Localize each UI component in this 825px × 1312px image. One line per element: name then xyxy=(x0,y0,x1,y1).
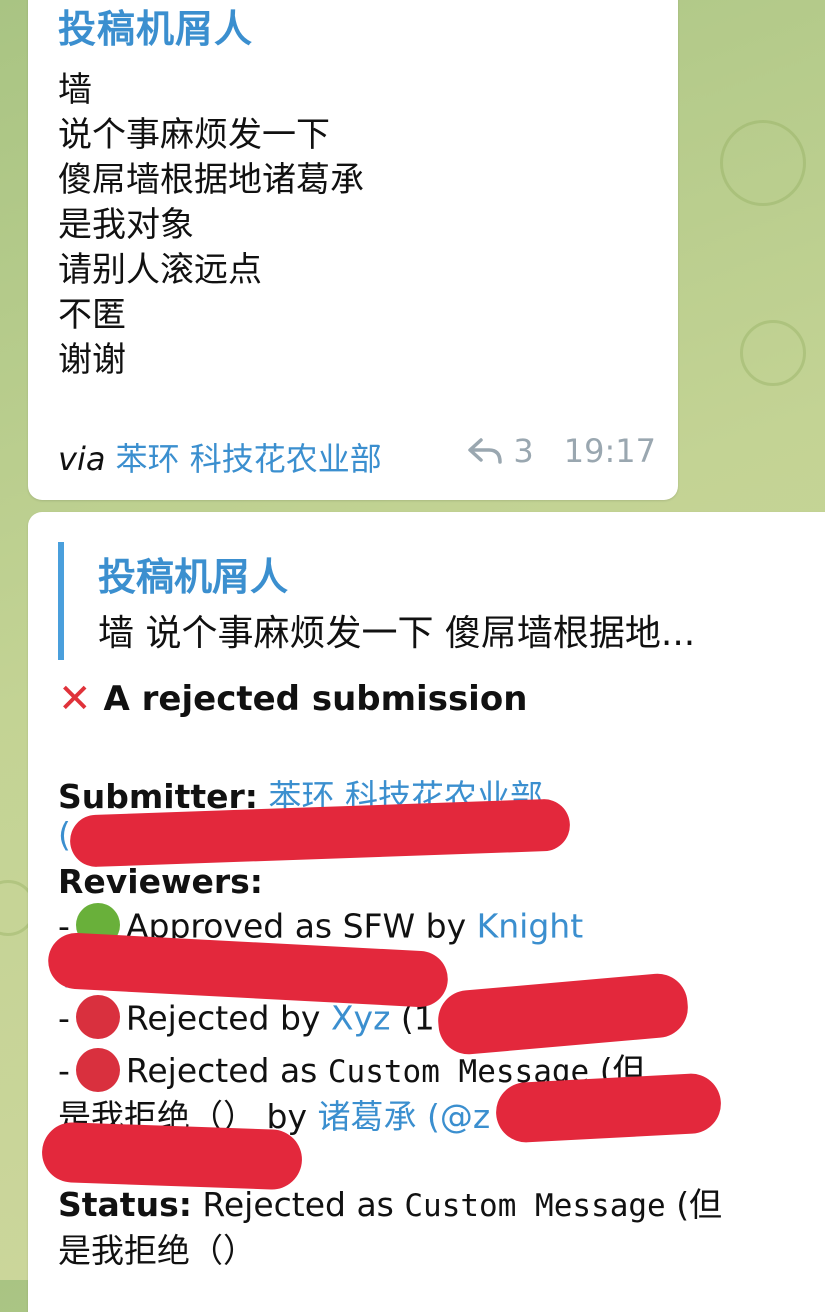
message-line: 是我对象 xyxy=(58,205,194,245)
via-label: via xyxy=(58,440,106,478)
status-row-continued: 是我拒绝（） xyxy=(58,1231,256,1270)
red-circle-icon xyxy=(75,995,120,1039)
redaction-mark xyxy=(41,1121,303,1191)
list-dash: - xyxy=(58,1051,70,1090)
reply-arrow-icon xyxy=(467,436,503,466)
quote-text: 墙 说个事麻烦发一下 傻屌墙根据地... xyxy=(98,613,696,654)
background-doodle xyxy=(740,320,806,386)
message-line: 请别人滚远点 xyxy=(58,250,262,290)
message-bubble-original[interactable]: 投稿机屑人 墙 说个事麻烦发一下 傻屌墙根据地诸葛承 是我对象 请别人滚远点 不… xyxy=(28,0,678,500)
message-line: 不匿 xyxy=(58,295,126,335)
message-line: 谢谢 xyxy=(58,340,126,380)
status-paren: (但 xyxy=(676,1185,723,1224)
forward-count: 3 xyxy=(513,432,534,470)
reviewer-handle-open: (@z xyxy=(426,1097,491,1136)
submission-headline: ✕ A rejected submission xyxy=(58,676,527,722)
status-code: Custom Message xyxy=(404,1188,666,1224)
status-text: Rejected as xyxy=(202,1185,394,1224)
list-dash: - xyxy=(58,998,70,1038)
red-circle-icon xyxy=(75,1047,120,1092)
via-bot-link[interactable]: 苯环 科技花农业部 xyxy=(116,440,382,478)
message-time: 19:17 xyxy=(563,432,656,470)
background-doodle xyxy=(720,120,806,206)
status-label: Status: xyxy=(58,1185,192,1224)
reviewer-link[interactable]: 诸葛承 xyxy=(317,1097,416,1136)
message-body: 墙 说个事麻烦发一下 傻屌墙根据地诸葛承 是我对象 请别人滚远点 不匿 谢谢 xyxy=(58,68,364,383)
reviewer-link[interactable]: Knight xyxy=(477,907,584,946)
via-attribution: via 苯环 科技花农业部 xyxy=(58,434,382,480)
message-line: 说个事麻烦发一下 xyxy=(58,115,330,155)
reviewers-label: Reviewers: xyxy=(58,862,263,901)
reply-quote[interactable]: 投稿机屑人 墙 说个事麻烦发一下 傻屌墙根据地... xyxy=(58,542,825,660)
reviewer-action: Rejected as xyxy=(125,1051,318,1090)
quote-sender: 投稿机屑人 xyxy=(98,555,289,599)
redaction-mark xyxy=(435,971,691,1057)
message-line: 傻屌墙根据地诸葛承 xyxy=(58,160,364,200)
message-meta: 3 19:17 xyxy=(467,432,656,470)
message-bubble-review[interactable]: 投稿机屑人 墙 说个事麻烦发一下 傻屌墙根据地... ✕ A rejected … xyxy=(28,512,825,1312)
message-line: 墙 xyxy=(58,70,92,110)
reviewer-action: Rejected by xyxy=(125,998,321,1038)
cross-mark-icon: ✕ xyxy=(58,676,92,722)
headline-text: A rejected submission xyxy=(103,679,528,719)
sender-name[interactable]: 投稿机屑人 xyxy=(58,0,253,53)
redaction-mark xyxy=(494,1072,723,1144)
